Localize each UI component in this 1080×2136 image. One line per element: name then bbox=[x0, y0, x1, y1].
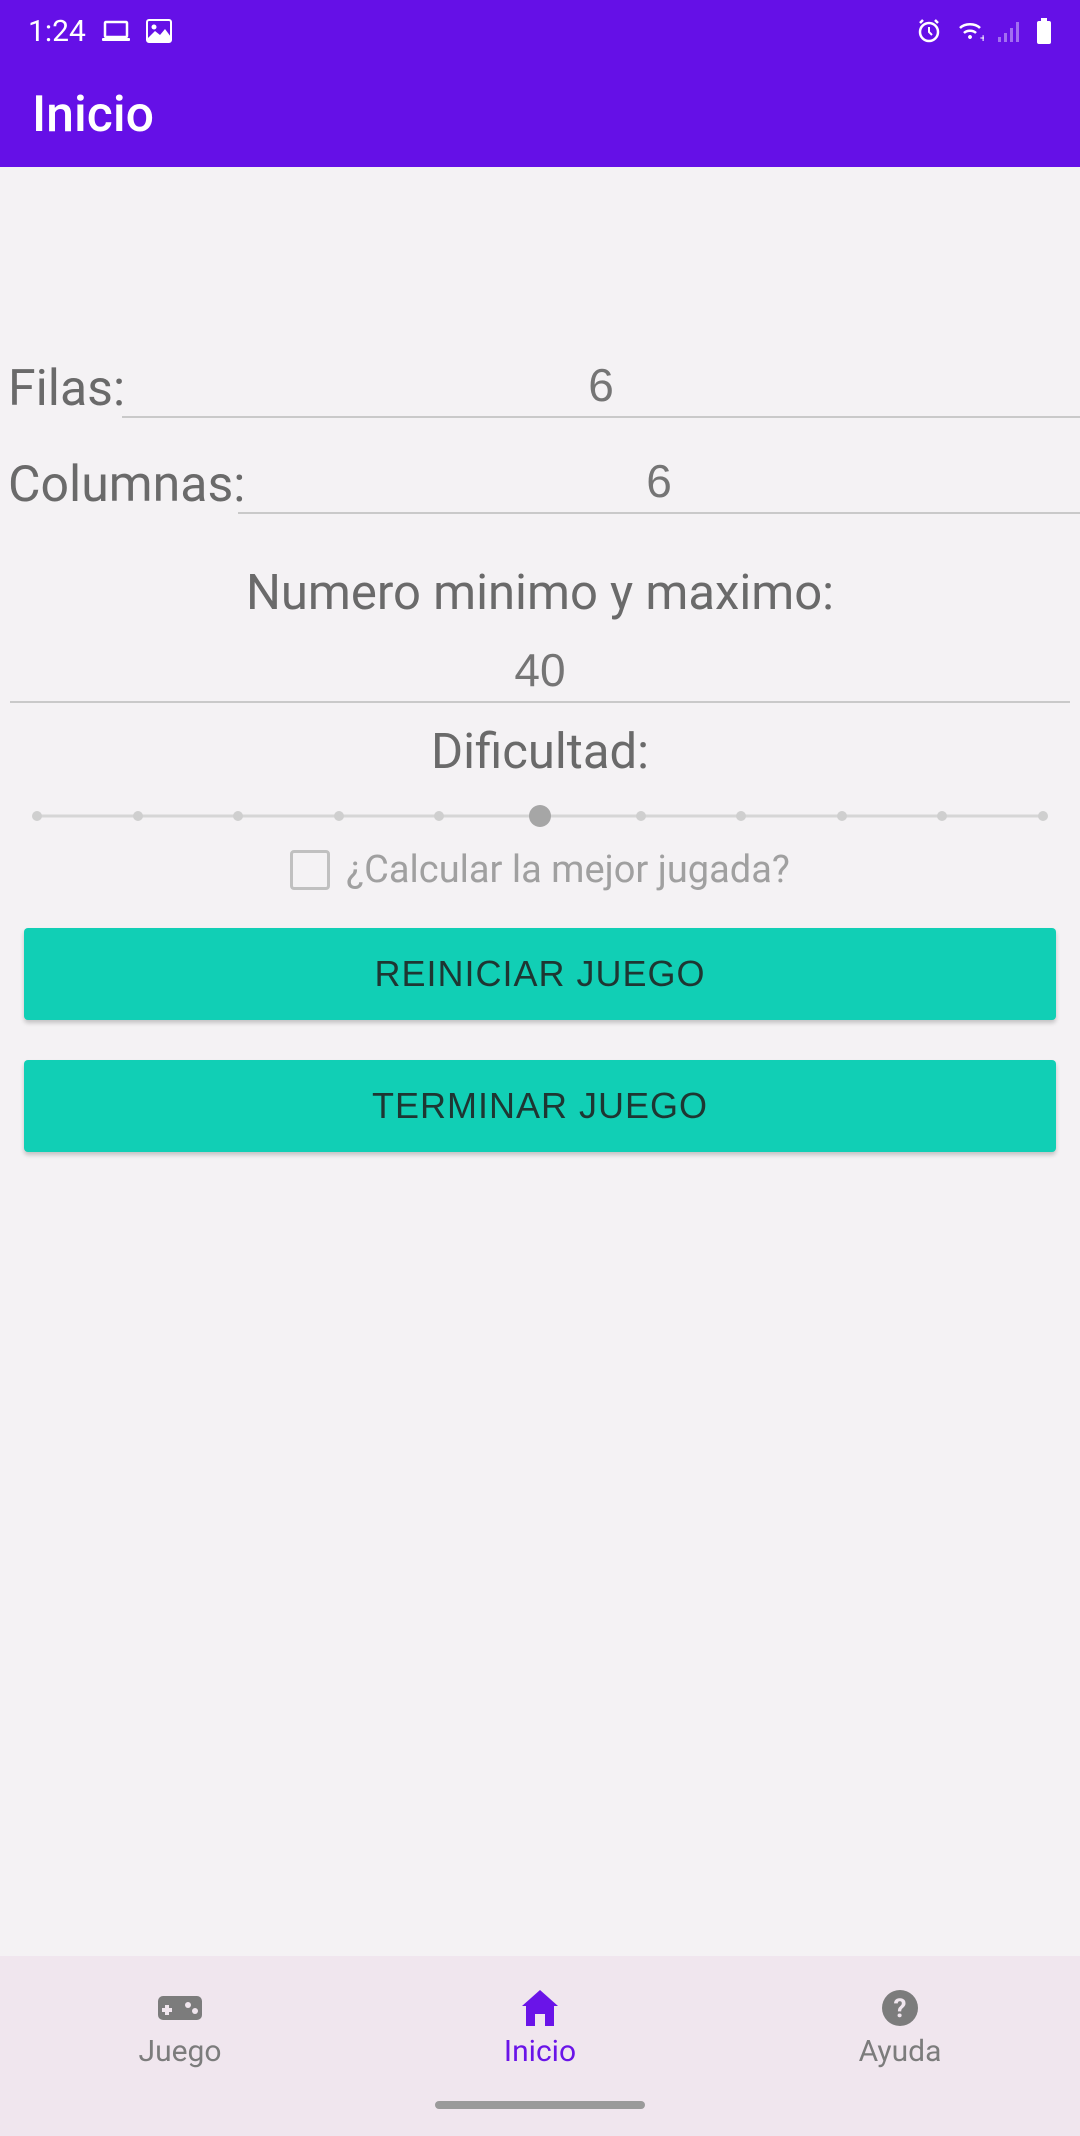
gesture-handle[interactable] bbox=[435, 2101, 645, 2109]
app-bar: Inicio bbox=[0, 62, 1080, 167]
cols-input[interactable] bbox=[238, 448, 1080, 514]
difficulty-slider-container bbox=[0, 780, 1080, 836]
difficulty-label: Dificultad: bbox=[0, 723, 1080, 780]
nav-item-help[interactable]: ? Ayuda bbox=[720, 1988, 1080, 2069]
restart-game-button[interactable]: REINICIAR JUEGO bbox=[24, 928, 1056, 1020]
rows-label: Filas: bbox=[0, 360, 122, 418]
end-game-button[interactable]: TERMINAR JUEGO bbox=[24, 1060, 1056, 1152]
slider-tick bbox=[937, 811, 947, 821]
nav-item-game[interactable]: Juego bbox=[0, 1988, 360, 2069]
best-move-checkbox-row[interactable]: ¿Calcular la mejor jugada? bbox=[0, 848, 1080, 892]
content-area: Filas: Columnas: Numero minimo y maximo:… bbox=[0, 167, 1080, 1956]
best-move-label: ¿Calcular la mejor jugada? bbox=[346, 848, 790, 892]
bottom-nav: Juego Inicio ? Ayuda bbox=[0, 1956, 1080, 2101]
svg-text:?: ? bbox=[894, 1994, 907, 2024]
status-right: + bbox=[916, 18, 1052, 44]
range-input[interactable] bbox=[10, 637, 1070, 703]
rows-input[interactable] bbox=[122, 352, 1080, 418]
nav-label-game: Juego bbox=[139, 2034, 222, 2069]
best-move-checkbox[interactable] bbox=[290, 850, 330, 890]
laptop-icon bbox=[102, 20, 130, 42]
slider-tick bbox=[32, 811, 42, 821]
slider-tick bbox=[736, 811, 746, 821]
wifi-icon: + bbox=[956, 20, 984, 42]
gesture-bar bbox=[0, 2101, 1080, 2136]
page-title: Inicio bbox=[32, 86, 154, 144]
status-time: 1:24 bbox=[28, 14, 86, 49]
battery-icon bbox=[1036, 18, 1052, 44]
picture-icon bbox=[146, 19, 172, 43]
slider-tick bbox=[636, 811, 646, 821]
slider-tick bbox=[837, 811, 847, 821]
help-icon: ? bbox=[876, 1988, 924, 2028]
rows-field-row: Filas: bbox=[0, 352, 1080, 418]
home-icon bbox=[516, 1988, 564, 2028]
range-label: Numero minimo y maximo: bbox=[0, 564, 1080, 621]
cols-label: Columnas: bbox=[0, 456, 238, 514]
status-bar: 1:24 + bbox=[0, 0, 1080, 62]
slider-tick bbox=[233, 811, 243, 821]
gamepad-icon bbox=[156, 1988, 204, 2028]
svg-text:+: + bbox=[980, 32, 984, 42]
nav-item-home[interactable]: Inicio bbox=[360, 1988, 720, 2069]
slider-tick bbox=[434, 811, 444, 821]
nav-label-home: Inicio bbox=[504, 2034, 576, 2069]
slider-tick bbox=[1038, 811, 1048, 821]
signal-icon bbox=[998, 20, 1022, 42]
cols-field-row: Columnas: bbox=[0, 448, 1080, 514]
difficulty-slider[interactable] bbox=[32, 808, 1048, 824]
nav-label-help: Ayuda bbox=[859, 2034, 942, 2069]
alarm-icon bbox=[916, 18, 942, 44]
slider-thumb[interactable] bbox=[529, 805, 551, 827]
slider-tick bbox=[133, 811, 143, 821]
status-left: 1:24 bbox=[28, 14, 172, 49]
slider-tick bbox=[334, 811, 344, 821]
